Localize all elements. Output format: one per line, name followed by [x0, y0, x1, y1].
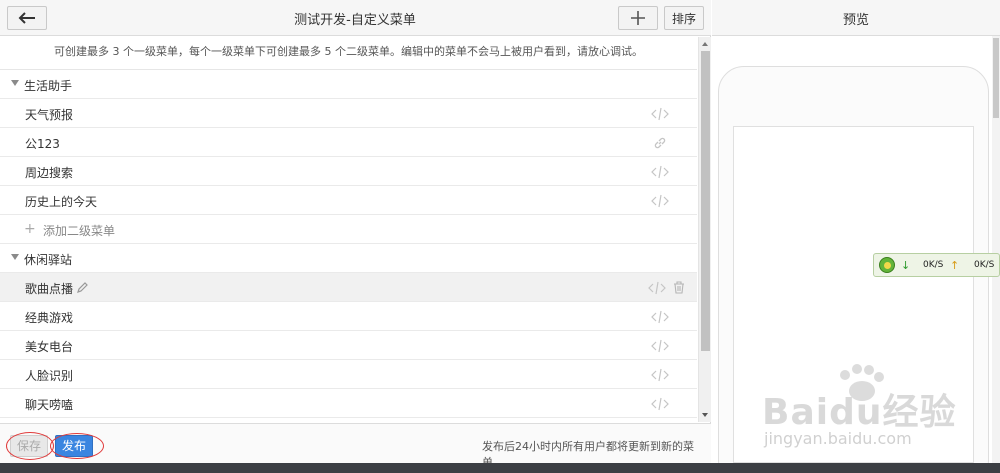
menu-item-label: 经典游戏: [25, 311, 74, 325]
save-button[interactable]: 保存: [10, 435, 48, 457]
menu-item-label: 美女电台: [25, 340, 74, 354]
menu-scrollbar[interactable]: [698, 37, 711, 422]
bottom-bar: [0, 463, 1000, 473]
plus-icon: +: [24, 221, 36, 237]
scrollbar-thumb[interactable]: [993, 38, 999, 118]
menu-item-row[interactable]: 经典游戏: [0, 302, 697, 331]
link-icon: [654, 137, 666, 149]
editor-footer: 保存 发布 发布后24小时内所有用户都将更新到新的菜单。: [0, 423, 711, 469]
download-arrow-icon: ↓: [901, 259, 911, 272]
menu-item-label: 公123: [25, 137, 60, 151]
caret-down-icon[interactable]: [11, 80, 19, 86]
add-menu-button[interactable]: [618, 6, 658, 30]
editor-header: 测试开发-自定义菜单 排序: [0, 0, 711, 36]
menu-item-label: 天气预报: [25, 108, 74, 122]
menu-item-row[interactable]: 美女电台: [0, 331, 697, 360]
preview-title: 预览: [842, 13, 869, 28]
menu-item-row[interactable]: 人脸识别: [0, 360, 697, 389]
upload-arrow-icon: ↑: [950, 259, 960, 272]
menu-tree: 生活助手 天气预报 公123 周边搜索 历史上的今天 + 添加二级菜单 休闲驿站…: [0, 70, 697, 422]
network-speed-widget[interactable]: ↓ 0K/S ↑ 0K/S: [873, 253, 1000, 277]
preview-panel: 预览: [712, 0, 1000, 473]
upload-speed: 0K/S: [974, 260, 995, 270]
menu-group-label: 休闲驿站: [24, 253, 73, 267]
scrollbar-thumb[interactable]: [701, 51, 710, 351]
trash-icon[interactable]: [673, 281, 685, 294]
menu-item-label: 历史上的今天: [25, 195, 98, 209]
code-icon: [651, 368, 669, 382]
scroll-down-arrow-icon[interactable]: [699, 410, 711, 420]
menu-item-row[interactable]: 公123: [0, 128, 697, 157]
menu-item-label: 周边搜索: [25, 166, 74, 180]
menu-group-row[interactable]: 休闲驿站: [0, 244, 697, 273]
code-icon: [651, 194, 669, 208]
scroll-up-arrow-icon[interactable]: [699, 39, 711, 49]
sort-button[interactable]: 排序: [664, 6, 704, 30]
code-icon: [651, 397, 669, 411]
code-icon: [648, 281, 666, 295]
back-button[interactable]: [7, 6, 47, 30]
arrow-left-icon: [18, 12, 35, 24]
add-submenu-row[interactable]: + 添加二级菜单: [0, 215, 697, 244]
menu-editor-panel: 测试开发-自定义菜单 排序 可创建最多 3 个一级菜单，每个一级菜单下可创建最多…: [0, 0, 711, 469]
code-icon: [651, 339, 669, 353]
menu-item-row-selected[interactable]: 歌曲点播: [0, 273, 697, 302]
custom-menu-editor: 测试开发-自定义菜单 排序 可创建最多 3 个一级菜单，每个一级菜单下可创建最多…: [0, 0, 1000, 473]
pencil-icon[interactable]: [76, 281, 89, 294]
download-speed: 0K/S: [923, 260, 944, 270]
menu-item-row[interactable]: 天气预报: [0, 99, 697, 128]
menu-item-row[interactable]: 周边搜索: [0, 157, 697, 186]
publish-button[interactable]: 发布: [55, 435, 93, 457]
code-icon: [651, 165, 669, 179]
menu-item-row[interactable]: 历史上的今天: [0, 186, 697, 215]
menu-item-label: 歌曲点播: [25, 282, 74, 296]
page-title: 测试开发-自定义菜单: [294, 13, 416, 28]
menu-group-label: 生活助手: [24, 79, 73, 93]
menu-limit-notice: 可创建最多 3 个一级菜单，每个一级菜单下可创建最多 5 个二级菜单。编辑中的菜…: [0, 37, 697, 70]
plus-icon: [631, 11, 645, 25]
preview-header: 预览: [712, 0, 1000, 36]
speed-ball-icon: [879, 257, 895, 273]
preview-scrollbar[interactable]: [992, 36, 1000, 463]
phone-screen: [733, 126, 974, 463]
menu-item-label: 人脸识别: [25, 369, 74, 383]
add-submenu-label: 添加二级菜单: [43, 224, 116, 238]
code-icon: [651, 107, 669, 121]
menu-item-label: 聊天唠嗑: [25, 398, 74, 412]
menu-group-row[interactable]: 生活助手: [0, 70, 697, 99]
caret-down-icon[interactable]: [11, 254, 19, 260]
code-icon: [651, 310, 669, 324]
menu-item-row[interactable]: 聊天唠嗑: [0, 389, 697, 418]
